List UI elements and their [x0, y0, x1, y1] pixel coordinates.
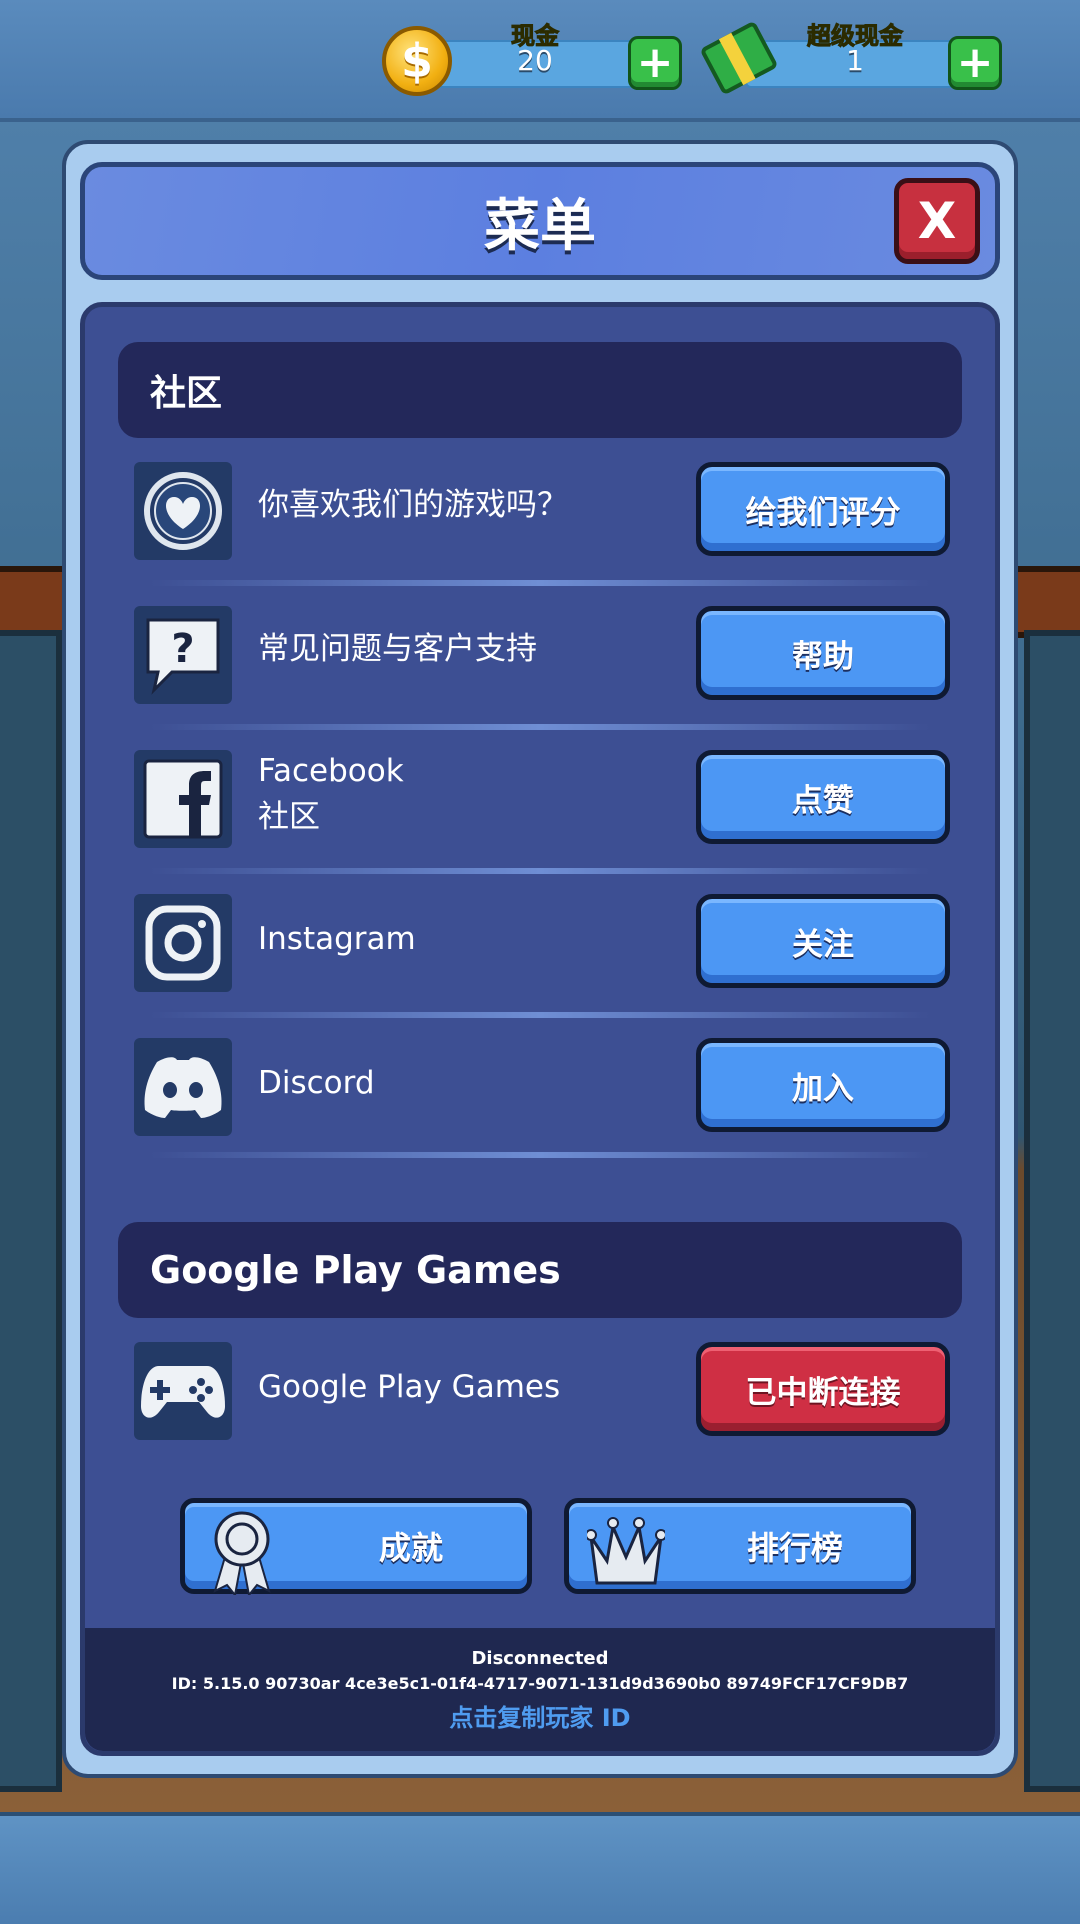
row-divider	[150, 1152, 930, 1158]
row-divider	[150, 1012, 930, 1018]
like-button[interactable]: 点赞	[696, 750, 950, 844]
background-pillar-left	[0, 630, 62, 1792]
background-roof-right	[1010, 566, 1080, 638]
leaderboard-button[interactable]: 排行榜	[564, 1498, 916, 1594]
question-bubble-icon: ?	[134, 606, 232, 704]
instagram-icon	[134, 894, 232, 992]
facebook-icon	[134, 750, 232, 848]
rate-us-button[interactable]: 给我们评分	[696, 462, 950, 556]
google-play-heading: Google Play Games	[150, 1248, 561, 1292]
google-play-section-header: Google Play Games	[118, 1222, 962, 1318]
crown-icon	[587, 1517, 665, 1585]
add-cash-button[interactable]: +	[628, 36, 682, 90]
faq-support-text: 常见问题与客户支持	[258, 631, 537, 667]
disconnected-button[interactable]: 已中断连接	[696, 1342, 950, 1436]
join-button[interactable]: 加入	[696, 1038, 950, 1132]
background-pillar-right	[1024, 630, 1080, 1792]
facebook-community-text: Facebook 社区	[258, 748, 404, 840]
add-super-cash-button[interactable]: +	[948, 36, 1002, 90]
facebook-text-line1: Facebook	[258, 753, 404, 789]
svg-text:?: ?	[171, 626, 194, 672]
leaderboard-label: 排行榜	[746, 1529, 843, 1567]
help-button[interactable]: 帮助	[696, 606, 950, 700]
follow-button[interactable]: 关注	[696, 894, 950, 988]
player-id: ID: 5.15.0 90730ar 4ce3e5c1-01f4-4717-90…	[171, 1674, 909, 1693]
row-divider	[150, 724, 930, 730]
copy-player-id-link[interactable]: 点击复制玩家 ID	[85, 1698, 995, 1733]
instagram-text: Instagram	[258, 921, 416, 957]
coin-icon: $	[382, 26, 452, 96]
community-heading: 社区	[150, 373, 223, 414]
super-cash-value: 1	[846, 44, 864, 77]
connection-status: Disconnected	[471, 1648, 609, 1669]
ribbon-medal-icon	[213, 1511, 271, 1595]
heart-icon	[134, 462, 232, 560]
facebook-text-line2: 社区	[258, 799, 320, 835]
row-divider	[150, 868, 930, 874]
gamepad-icon	[134, 1342, 232, 1440]
menu-title: 菜单	[484, 193, 596, 259]
discord-text: Discord	[258, 1065, 375, 1101]
cash-value: 20	[517, 44, 553, 77]
community-section-header: 社区	[118, 342, 962, 438]
close-button[interactable]: X	[894, 178, 980, 264]
bottom-bar	[0, 1812, 1080, 1924]
row-divider	[150, 580, 930, 586]
achievements-label: 成就	[378, 1529, 443, 1567]
google-play-games-text: Google Play Games	[258, 1369, 561, 1405]
player-info-footer: Disconnected ID: 5.15.0 90730ar 4ce3e5c1…	[85, 1628, 995, 1751]
discord-icon	[134, 1038, 232, 1136]
achievements-button[interactable]: 成就	[180, 1498, 532, 1595]
rate-prompt-text: 你喜欢我们的游戏吗？	[258, 487, 568, 523]
